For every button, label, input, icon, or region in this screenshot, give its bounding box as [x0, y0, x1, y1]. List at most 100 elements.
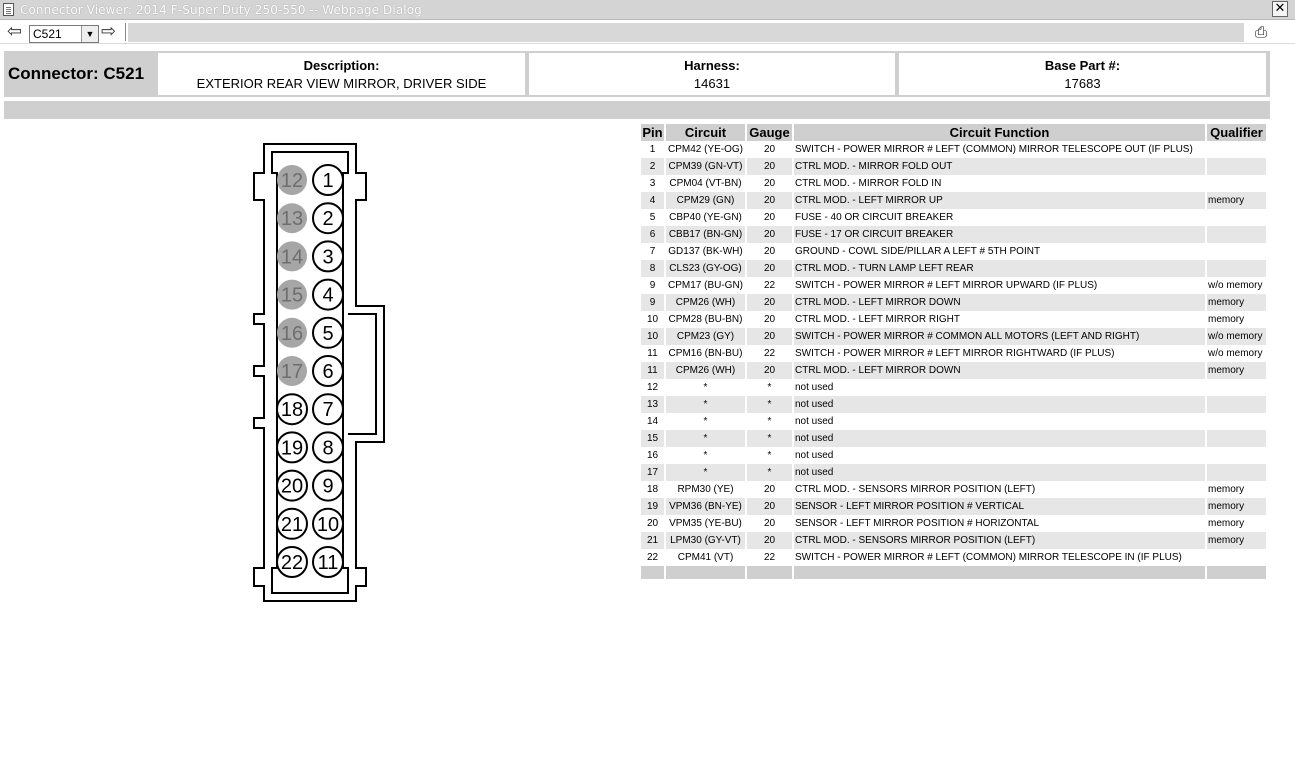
- table-cell-qualifier: [1207, 243, 1266, 260]
- connector-select-value: C521: [33, 27, 62, 41]
- table-cell-gauge: 20: [747, 498, 792, 515]
- description-value: EXTERIOR REAR VIEW MIRROR, DRIVER SIDE: [196, 76, 487, 91]
- table-cell-function: SWITCH - POWER MIRROR # LEFT (COMMON) MI…: [795, 144, 1193, 155]
- table-cell-circuit: GD137 (BK-WH): [668, 246, 743, 257]
- table-cell-function: not used: [794, 396, 1205, 413]
- table-cell-circuit: CLS23 (GY-OG): [666, 260, 745, 277]
- pin-table: Pin Circuit Gauge Circuit Function Quali…: [639, 124, 1268, 579]
- table-cell-circuit: *: [666, 430, 745, 447]
- table-cell-pin: 7: [649, 246, 656, 257]
- table-cell-qualifier: memory: [1207, 294, 1266, 311]
- table-cell-function: CTRL MOD. - MIRROR FOLD IN: [795, 178, 942, 189]
- pin-19-label: 19: [281, 437, 303, 459]
- table-cell-qualifier: [1207, 413, 1266, 430]
- pin-18-label: 18: [281, 399, 303, 421]
- back-arrow-icon[interactable]: ⇦: [7, 22, 22, 42]
- table-cell-qualifier: memory: [1207, 362, 1266, 379]
- table-cell-pin: 11: [641, 362, 664, 379]
- table-row: 6 CBB17 (BN-GN) 20 FUSE - 17 OR CIRCUIT BRE…: [641, 226, 1266, 243]
- table-cell-pin: 16: [646, 450, 659, 461]
- table-cell-qualifier: w/o memory: [1208, 348, 1263, 359]
- table-row: 4 CPM29 (GN) 20 CTRL MOD. - LEFT MIRROR UP m…: [641, 192, 1266, 209]
- table-row: 3 CPM04 (VT-BN) 20 CTRL MOD. - MIRROR FOLD …: [641, 175, 1266, 192]
- table-cell-pin: 9: [641, 294, 664, 311]
- table-row: 18 RPM30 (YE) 20 CTRL MOD. - SENSORS MIRROR…: [641, 481, 1266, 498]
- pin-20-label: 20: [281, 476, 303, 498]
- table-cell-pin: 20: [646, 518, 659, 529]
- pin-8-label: 8: [322, 437, 333, 459]
- table-cell-circuit: CPM28 (BU-BN): [668, 314, 743, 325]
- pin-7-label: 7: [322, 399, 333, 421]
- table-row: 11 CPM16 (BN-BU) 22 SWITCH - POWER MIRROR #…: [641, 345, 1266, 362]
- close-button[interactable]: ✕: [1272, 1, 1288, 17]
- pin-5-label: 5: [322, 323, 333, 345]
- pin-10-label: 10: [317, 514, 339, 536]
- table-cell-gauge: 20: [763, 518, 776, 529]
- table-cell-pin: 3: [649, 178, 656, 189]
- table-row: 1 CPM42 (YE-OG) 20 SWITCH - POWER MIRROR # …: [641, 141, 1266, 158]
- pin-13-label: 13: [281, 208, 303, 230]
- table-cell-function: CTRL MOD. - SENSORS MIRROR POSITION (LEF…: [794, 532, 1205, 549]
- table-cell-gauge: *: [767, 416, 772, 427]
- pin-11-label: 11: [318, 552, 339, 574]
- table-cell-qualifier: [1207, 209, 1266, 226]
- table-cell-gauge: 20: [763, 212, 776, 223]
- table-cell-circuit: CPM16 (BN-BU): [668, 348, 743, 359]
- table-cell-qualifier: memory: [1208, 518, 1245, 529]
- pin-3-label: 3: [322, 246, 333, 268]
- table-cell-pin: 12: [646, 382, 659, 393]
- table-row: 2 CPM39 (GN-VT) 20 CTRL MOD. - MIRROR FOLD …: [641, 158, 1266, 175]
- table-cell-qualifier: memory: [1208, 484, 1245, 495]
- table-cell-function: SENSOR - LEFT MIRROR POSITION # HORIZONT…: [795, 518, 1040, 529]
- toolbar-spacer: [128, 23, 1244, 42]
- table-cell-function: SWITCH - POWER MIRROR # COMMON ALL MOTOR…: [794, 328, 1205, 345]
- connector-face-diagram: 12131415161718192021221234567891011: [253, 143, 385, 602]
- table-row: 11 CPM26 (WH) 20 CTRL MOD. - LEFT MIRROR DO…: [641, 362, 1266, 379]
- table-cell-pin: 5: [649, 212, 656, 223]
- pin-17-label: 17: [281, 361, 303, 383]
- pin-2-label: 2: [322, 208, 333, 230]
- table-row: 10 CPM28 (BU-BN) 20 CTRL MOD. - LEFT MIRROR…: [641, 311, 1266, 328]
- table-cell-qualifier: [1207, 549, 1266, 566]
- table-cell-qualifier: w/o memory: [1208, 280, 1263, 291]
- table-cell-gauge: 20: [747, 192, 792, 209]
- table-cell-qualifier: [1207, 226, 1266, 243]
- table-row: 17 * * not used: [641, 464, 1266, 481]
- table-row: 20 VPM35 (YE-BU) 20 SENSOR - LEFT MIRROR PO…: [641, 515, 1266, 532]
- pin-12-label: 12: [281, 170, 303, 192]
- table-cell-circuit: CBP40 (YE-GN): [669, 212, 742, 223]
- pin-16-label: 16: [281, 323, 303, 345]
- table-cell-function: CTRL MOD. - LEFT MIRROR DOWN: [794, 362, 1205, 379]
- pin-grid: 12131415161718192021221234567891011: [276, 164, 344, 578]
- table-row: 15 * * not used: [641, 430, 1266, 447]
- col-pin: Pin: [641, 124, 664, 141]
- table-cell-pin: 6: [641, 226, 664, 243]
- table-cell-gauge: 20: [747, 532, 792, 549]
- base-part-label: Base Part #:: [1044, 58, 1121, 73]
- table-cell-qualifier: [1207, 396, 1266, 413]
- table-row: 9 CPM26 (WH) 20 CTRL MOD. - LEFT MIRROR DOW…: [641, 294, 1266, 311]
- table-cell-circuit: VPM35 (YE-BU): [669, 518, 742, 529]
- chevron-down-icon[interactable]: ▼: [81, 26, 98, 42]
- table-cell-gauge: 20: [763, 144, 776, 155]
- table-cell-qualifier: [1207, 379, 1266, 396]
- table-cell-function: GROUND - COWL SIDE/PILLAR A LEFT # 5TH P…: [795, 246, 1041, 257]
- window-title: Connector Viewer: 2014 F-Super Duty 250-…: [20, 3, 422, 17]
- toolbar: ⇦ C521 ▼ ⇨ ⎙: [0, 21, 1295, 44]
- document-icon: [3, 3, 14, 16]
- table-cell-circuit: *: [666, 464, 745, 481]
- print-icon[interactable]: ⎙: [1252, 24, 1270, 40]
- table-cell-pin: 18: [646, 484, 659, 495]
- col-qualifier: Qualifier: [1207, 124, 1266, 141]
- connector-select[interactable]: C521 ▼: [29, 25, 99, 43]
- table-cell-function: CTRL MOD. - LEFT MIRROR RIGHT: [795, 314, 960, 325]
- table-cell-qualifier: memory: [1207, 532, 1266, 549]
- forward-arrow-icon[interactable]: ⇨: [101, 22, 116, 42]
- table-cell-function: SWITCH - POWER MIRROR # LEFT MIRROR UPWA…: [795, 280, 1098, 291]
- table-cell-pin: 4: [641, 192, 664, 209]
- table-cell-gauge: 20: [747, 294, 792, 311]
- pin-15-label: 15: [281, 285, 303, 307]
- table-cell-pin: 15: [641, 430, 664, 447]
- table-row: 8 CLS23 (GY-OG) 20 CTRL MOD. - TURN LAMP LE…: [641, 260, 1266, 277]
- table-cell-qualifier: [1207, 260, 1266, 277]
